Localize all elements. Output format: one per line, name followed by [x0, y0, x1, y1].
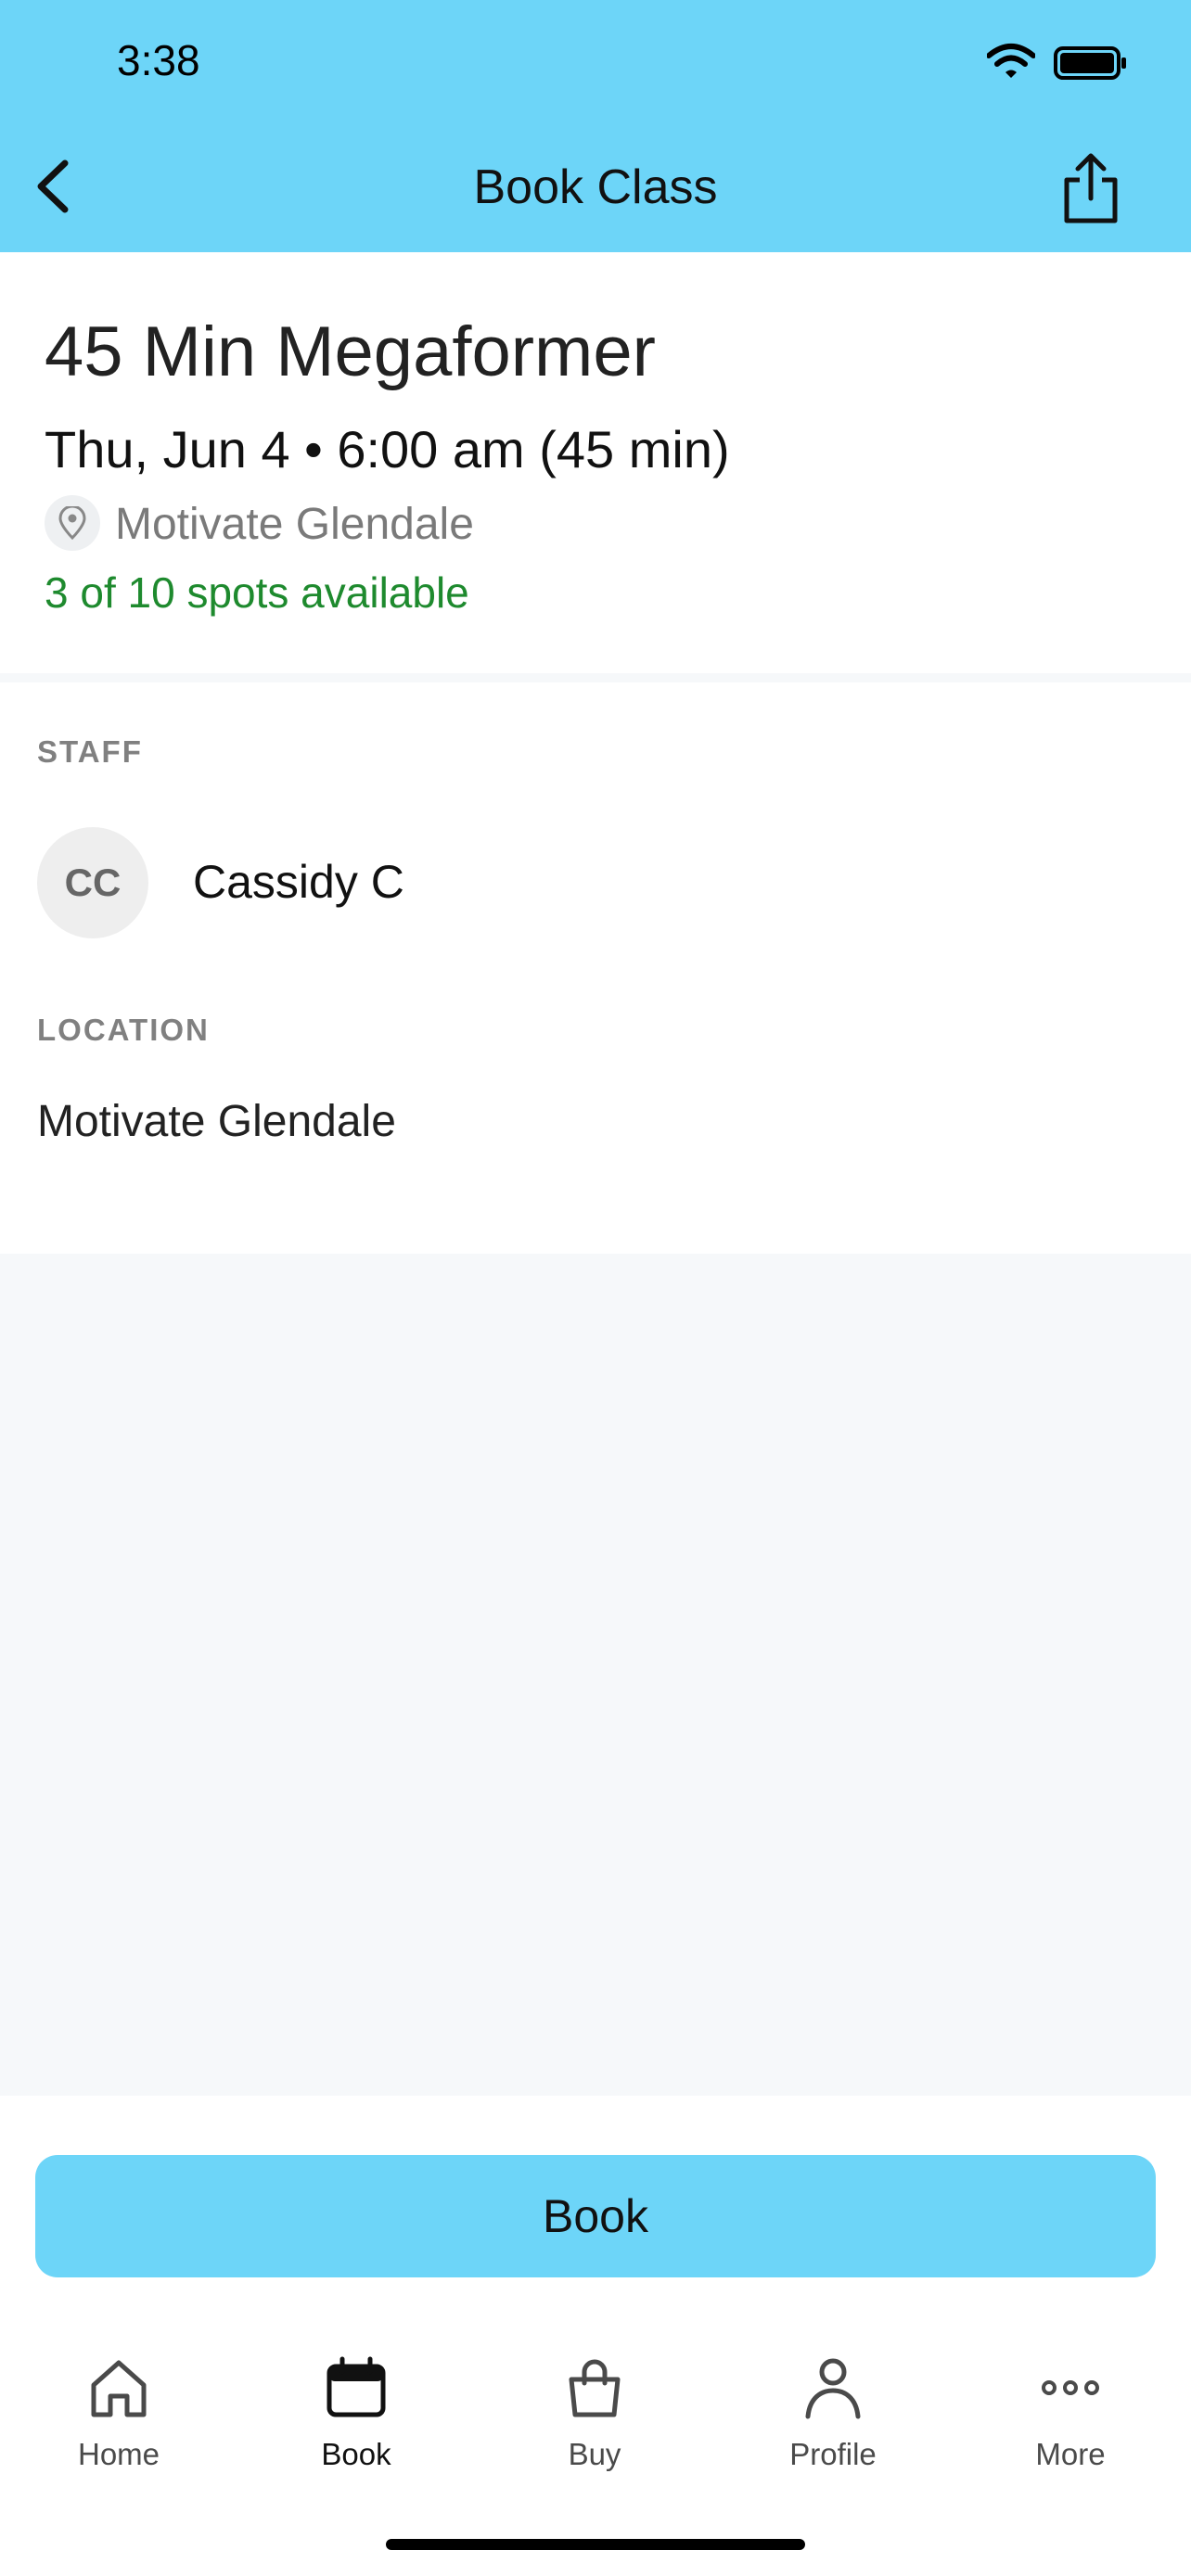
staff-avatar: CC [37, 827, 148, 938]
shopping-bag-icon [569, 2359, 621, 2417]
tab-buy[interactable]: Buy [520, 2355, 669, 2494]
class-datetime: Thu, Jun 4 • 6:00 am (45 min) [45, 420, 730, 478]
battery-icon [1054, 46, 1126, 80]
book-button[interactable]: Book [35, 2155, 1156, 2277]
share-icon[interactable] [1057, 152, 1124, 224]
more-dots-icon [1042, 2380, 1099, 2395]
staff-name: Cassidy C [193, 856, 404, 908]
tab-book[interactable]: Book [282, 2355, 430, 2494]
tab-home[interactable]: Home [45, 2355, 193, 2494]
location-section-label: LOCATION [37, 1013, 210, 1047]
tab-more-label: More [1035, 2437, 1106, 2471]
tab-home-label: Home [77, 2437, 160, 2471]
tab-book-label: Book [321, 2437, 391, 2471]
location-name: Motivate Glendale [37, 1097, 396, 1146]
tab-profile[interactable]: Profile [759, 2355, 907, 2494]
app-header: 3:38 Book Class [0, 0, 1191, 252]
home-icon [91, 2360, 147, 2417]
tab-buy-label: Buy [568, 2437, 621, 2471]
wifi-icon [987, 44, 1035, 78]
class-summary-card: 45 Min Megaformer Thu, Jun 4 • 6:00 am (… [0, 252, 1191, 673]
class-details-card: STAFF CC Cassidy C LOCATION Motivate Gle… [0, 682, 1191, 1254]
calendar-icon [327, 2356, 386, 2417]
class-location: Motivate Glendale [115, 500, 474, 549]
bottom-panel: Book Home Book Buy Profile More [0, 2096, 1191, 2576]
spots-available: 3 of 10 spots available [45, 568, 469, 617]
class-title: 45 Min Megaformer [45, 312, 656, 391]
location-pin-badge [45, 495, 100, 551]
status-bar-time: 3:38 [117, 36, 200, 84]
page-title: Book Class [473, 160, 718, 214]
person-icon [805, 2358, 861, 2419]
location-pin-icon [58, 506, 86, 540]
tab-profile-label: Profile [789, 2437, 877, 2471]
home-indicator [386, 2539, 805, 2550]
staff-section-label: STAFF [37, 734, 143, 769]
tab-more[interactable]: More [996, 2355, 1145, 2494]
